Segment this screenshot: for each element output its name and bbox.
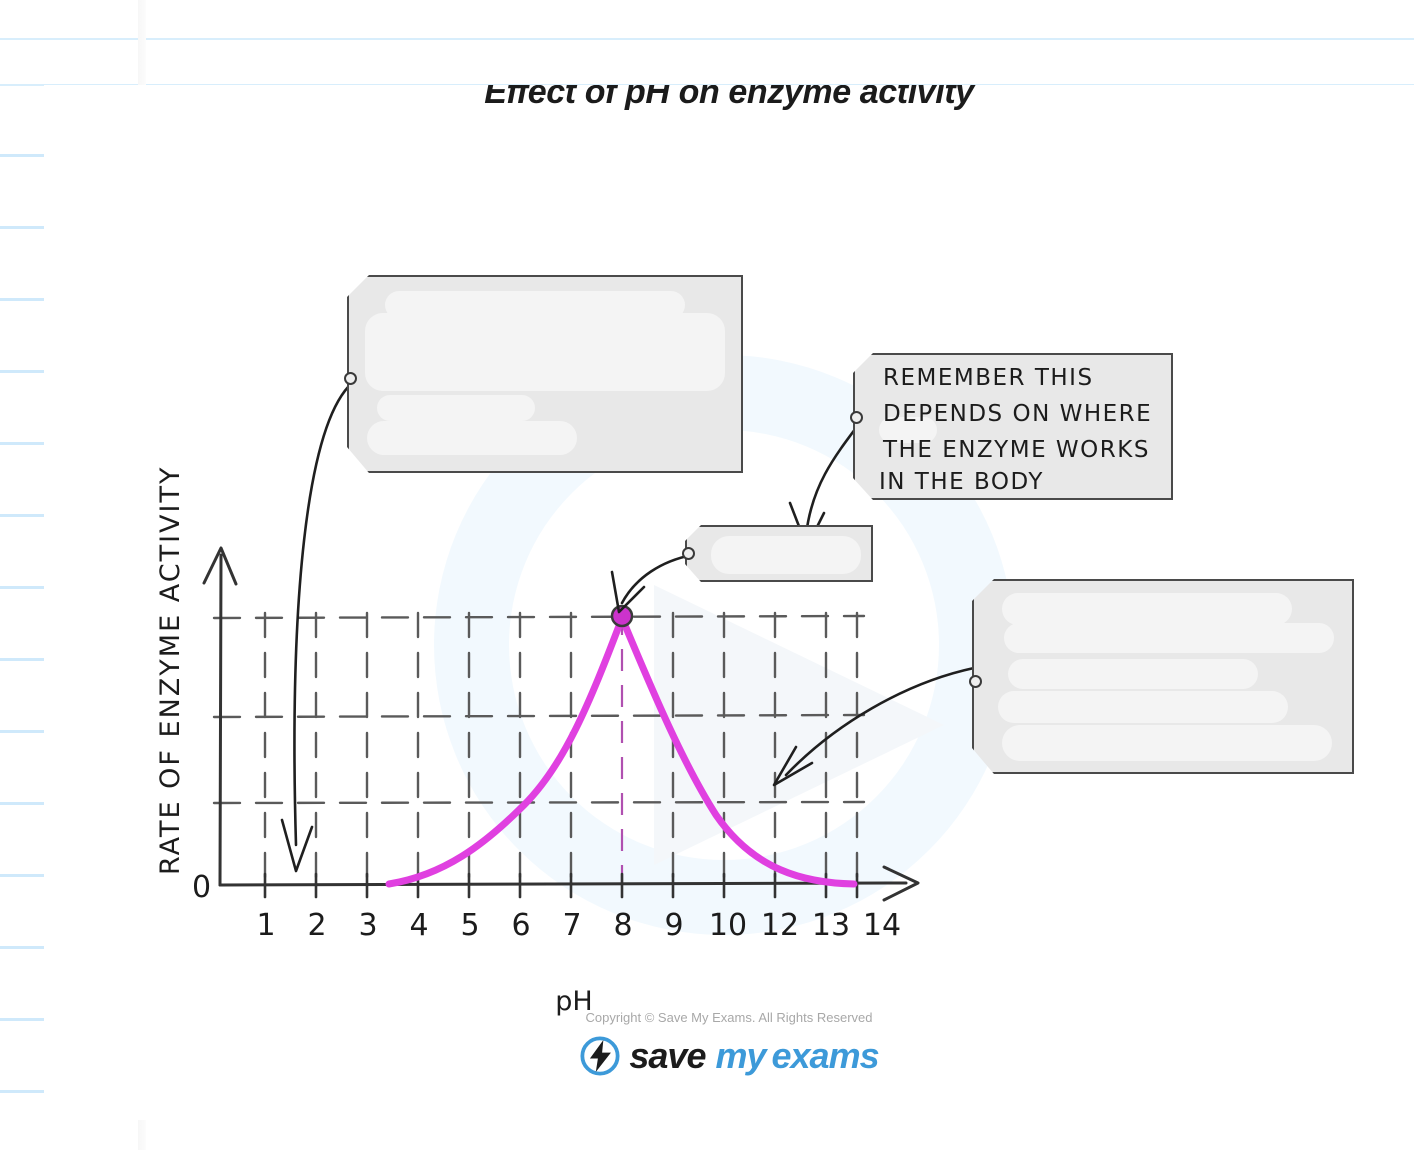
annotation-peak-tag[interactable] [685,525,873,582]
redacted-text-line [1002,725,1332,761]
arrow-right-annotation [772,666,976,787]
x-tick-label: 14 [863,908,901,943]
redacted-text-line [998,691,1288,723]
annotation-remember[interactable]: REMEMBER THIS DEPENDS ON WHERE THE ENZYM… [853,353,1173,500]
redacted-text-line [367,421,577,455]
x-tick-label: 5 [460,908,479,943]
x-tick-label: 12 [761,908,799,943]
copyright-text: Copyright © Save My Exams. All Rights Re… [585,1010,873,1025]
y-axis [218,553,223,887]
redacted-text-line [377,395,535,421]
save-my-exams-logo: save my exams [44,1035,1414,1077]
figure-card: Effect of pH on enzyme activity 0 1 2 3 … [44,85,1414,1120]
redacted-text-line [1002,593,1292,625]
grid-vertical-lines [263,611,859,887]
annotation-right[interactable] [972,579,1354,774]
x-tick-label: 6 [511,908,530,943]
annotation-remember-line-1: REMEMBER THIS [883,365,1094,391]
x-tick-label: 10 [709,908,747,943]
annotation-remember-line-3: THE ENZYME WORKS [883,437,1150,463]
redacted-text-line [1008,659,1258,689]
arrow-peak-annotation [610,553,694,614]
x-tick-label: 1 [256,908,275,943]
grid-horizontal-lines [212,614,866,805]
logo-word-exams: exams [771,1035,880,1076]
x-tick-label: 8 [613,908,632,943]
x-tick-label: 13 [812,908,850,943]
annotation-right-eyelet [969,675,982,688]
redacted-text-line [1004,623,1334,653]
y-origin-label: 0 [192,870,211,905]
x-axis [218,881,908,887]
redacted-text-line [711,536,861,574]
x-tick-label: 9 [664,908,683,943]
x-axis-tick-labels: 1 2 3 4 5 6 7 8 9 10 12 13 14 [256,908,901,943]
logo-word-save: save [629,1035,706,1076]
annotation-peak-tag-eyelet [682,547,695,560]
redacted-text-line [365,313,725,391]
lightning-bolt-icon [580,1036,620,1076]
x-tick-label: 4 [409,908,428,943]
annotation-remember-line-4: IN THE BODY [879,469,1044,495]
annotation-remember-line-2: DEPENDS ON WHERE [883,401,1153,427]
ruled-line [0,38,1414,40]
logo-word-my: my [715,1035,766,1076]
y-axis-title: RATE OF ENZYME ACTIVITY [155,466,186,875]
x-tick-label: 7 [562,908,581,943]
annotation-top-left-eyelet [344,372,357,385]
x-tick-label: 2 [307,908,326,943]
annotation-top-left[interactable] [347,275,743,473]
x-tick-label: 3 [358,908,377,943]
annotation-remember-eyelet [850,411,863,424]
